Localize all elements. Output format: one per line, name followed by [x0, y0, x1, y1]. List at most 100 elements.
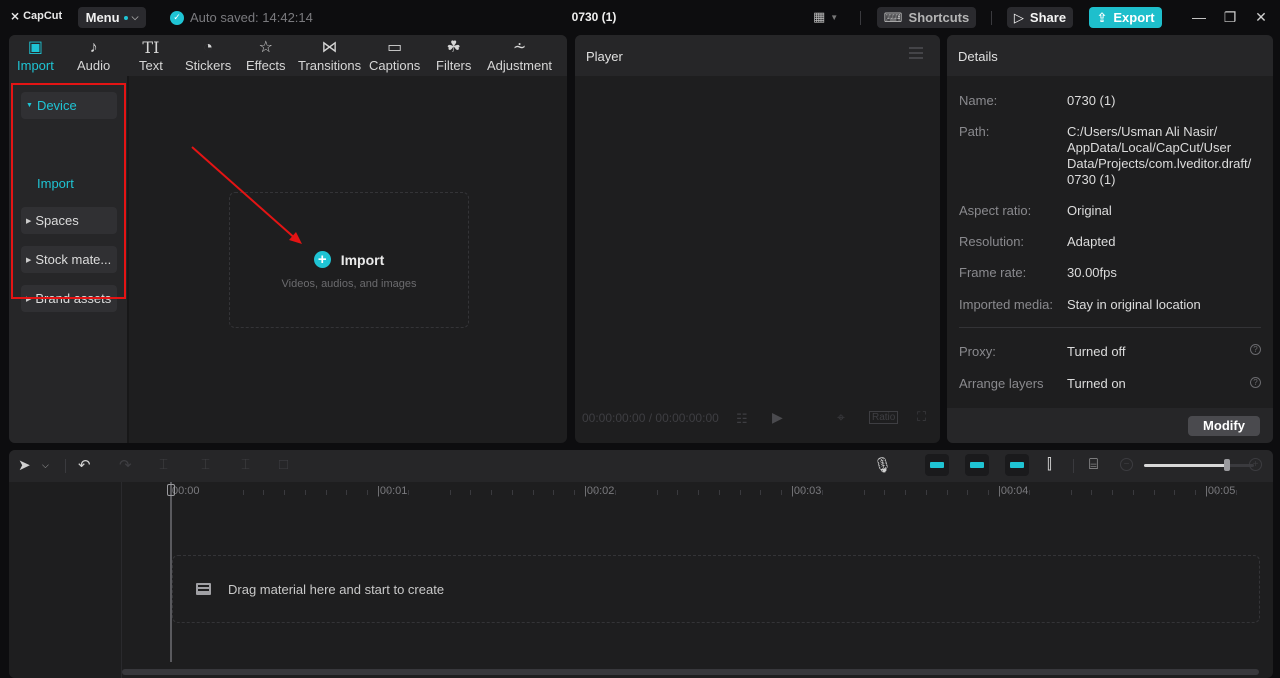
detail-label: Resolution:	[959, 234, 1025, 249]
player-header: Player	[575, 35, 940, 76]
import-drop-area[interactable]: + Import Videos, audios, and images	[229, 192, 469, 328]
fit-zoom-icon[interactable]: ⌖	[837, 409, 845, 426]
tab-adjustment[interactable]: ⩪ Adjustment	[487, 38, 552, 73]
ruler-tick	[698, 490, 700, 495]
link-icon	[1010, 462, 1024, 468]
tab-stickers[interactable]: ◔ Stickers	[185, 38, 231, 73]
auto-snapping-button[interactable]	[965, 454, 989, 476]
trim-right-icon: ⌶	[241, 456, 251, 473]
ruler-tick	[1008, 490, 1010, 495]
divider	[860, 11, 861, 25]
preview-axis-icon[interactable]: ⫿	[1047, 456, 1052, 473]
close-icon[interactable]: ✕	[1251, 9, 1271, 26]
ruler-tick	[387, 490, 389, 495]
details-panel: Details Name: 0730 (1) Path: C:/Users/Us…	[947, 35, 1273, 443]
tab-effects[interactable]: ☆ Effects	[246, 38, 286, 73]
detail-value: C:/Users/Usman Ali Nasir/ AppData/Local/…	[1067, 124, 1252, 187]
slider-handle[interactable]	[1223, 459, 1230, 471]
import-subtitle: Videos, audios, and images	[281, 278, 417, 290]
media-tabs: ▣ Import ♪ Audio TI Text ◔ Stickers ☆ Ef…	[9, 35, 567, 76]
player-title: Player	[586, 49, 623, 64]
detail-label: Path:	[959, 124, 990, 139]
main-track-magnet-button[interactable]	[925, 454, 949, 476]
tab-label: Filters	[436, 58, 472, 73]
detail-value: Turned on	[1067, 376, 1126, 391]
detail-value: Stay in original location	[1067, 297, 1201, 312]
play-icon[interactable]: ▶	[772, 409, 783, 426]
ruler-tick	[760, 490, 762, 495]
tab-captions[interactable]: ▭ Captions	[369, 38, 420, 73]
share-button[interactable]: ▷ Share	[1007, 7, 1073, 28]
restore-icon[interactable]: ❐	[1220, 9, 1240, 26]
menu-icon[interactable]	[909, 47, 923, 62]
ruler-tick	[325, 490, 327, 495]
playhead-handle[interactable]	[167, 484, 175, 496]
layout-button[interactable]: ▦ ▼	[813, 9, 838, 25]
timeline-ruler: 00:00 |00:01 |00:02 |00:03 |00:04 |00:05	[122, 482, 1273, 504]
menu-button[interactable]: Menu ⌵	[78, 7, 146, 28]
ratio-button[interactable]: Ratio	[869, 411, 899, 424]
chevron-down-icon[interactable]: ⌵	[42, 460, 49, 471]
tab-transitions[interactable]: ⋈ Transitions	[298, 38, 361, 73]
import-button[interactable]: + Import	[230, 251, 468, 268]
effects-icon: ☆	[258, 39, 273, 56]
undo-icon[interactable]: ↶	[78, 456, 91, 474]
detail-label: Name:	[959, 93, 998, 108]
tab-text[interactable]: TI Text	[139, 38, 163, 73]
captions-icon: ▭	[387, 39, 403, 56]
import-icon: ▣	[27, 39, 43, 56]
zoom-to-fit-icon[interactable]: ⌸	[1089, 456, 1098, 473]
details-header: Details	[947, 35, 1273, 76]
detail-value: 30.00fps	[1067, 265, 1117, 280]
ruler-tick	[366, 490, 368, 495]
select-cursor-icon[interactable]: ➤	[18, 456, 31, 474]
fullscreen-icon[interactable]: ⛶	[917, 409, 926, 425]
detail-label: Frame rate:	[959, 265, 1027, 280]
text-icon: TI	[142, 38, 160, 57]
detail-label: Proxy:	[959, 344, 996, 359]
timeline-zoom-slider[interactable]	[1144, 459, 1254, 471]
minimize-icon[interactable]: —	[1189, 9, 1209, 25]
player-panel: Player 00:00:00:00 / 00:00:00:00 ☷ ▶ ⌖ R…	[575, 35, 940, 443]
autosave-status: ✓ Auto saved: 14:42:14	[170, 10, 313, 25]
divider	[65, 459, 66, 473]
filters-icon: ☘	[446, 39, 461, 56]
chevron-down-icon: ▼	[830, 12, 839, 22]
help-icon[interactable]: ?	[1250, 344, 1261, 355]
ruler-tick	[822, 490, 824, 495]
ruler-tick	[739, 490, 741, 495]
trim-left-icon: ⌶	[201, 456, 211, 473]
menu-label: Menu	[85, 10, 120, 25]
linkage-button[interactable]	[1005, 454, 1029, 476]
divider	[991, 11, 992, 25]
ruler-tick	[863, 490, 865, 495]
ruler-tick	[304, 490, 306, 495]
ruler-label: |00:04	[998, 485, 1029, 497]
tab-label: Adjustment	[487, 58, 553, 73]
zoom-out-icon[interactable]: −	[1120, 458, 1133, 471]
tab-filters[interactable]: ☘ Filters	[436, 38, 471, 73]
ruler-label: |00:03	[791, 485, 822, 497]
ruler-tick	[1132, 490, 1134, 495]
modify-button[interactable]: Modify	[1188, 416, 1260, 436]
tab-audio[interactable]: ♪ Audio	[77, 38, 110, 73]
autosave-text: Auto saved: 14:42:14	[190, 10, 313, 25]
ruler-tick	[1153, 490, 1155, 495]
grid-icon[interactable]: ☷	[736, 411, 748, 427]
export-button[interactable]: ⇪ Export	[1089, 7, 1162, 28]
horizontal-scrollbar[interactable]	[122, 669, 1259, 675]
tab-import[interactable]: ▣ Import	[17, 38, 54, 73]
player-timecode: 00:00:00:00 / 00:00:00:00	[582, 411, 719, 425]
audio-icon: ♪	[89, 39, 98, 56]
title-bar: ⨯ CapCut Menu ⌵ ✓ Auto saved: 14:42:14 0…	[0, 0, 1280, 35]
ruler-tick	[573, 490, 575, 495]
check-circle-icon: ✓	[170, 10, 184, 25]
zoom-in-icon[interactable]: +	[1249, 458, 1262, 471]
shortcuts-button[interactable]: ⌨ Shortcuts	[877, 7, 976, 28]
details-title: Details	[958, 49, 998, 64]
timeline-panel: ➤ ⌵ ↶ ↷ ⌶ ⌶ ⌶ □ 🎙︎ ⫿ ⌸ − + 00:00 |00:01 …	[9, 450, 1273, 678]
timeline-drop-zone[interactable]: Drag material here and start to create	[172, 555, 1260, 623]
ruler-tick	[1091, 490, 1093, 495]
microphone-icon[interactable]: 🎙︎	[873, 456, 892, 474]
help-icon[interactable]: ?	[1250, 377, 1261, 388]
